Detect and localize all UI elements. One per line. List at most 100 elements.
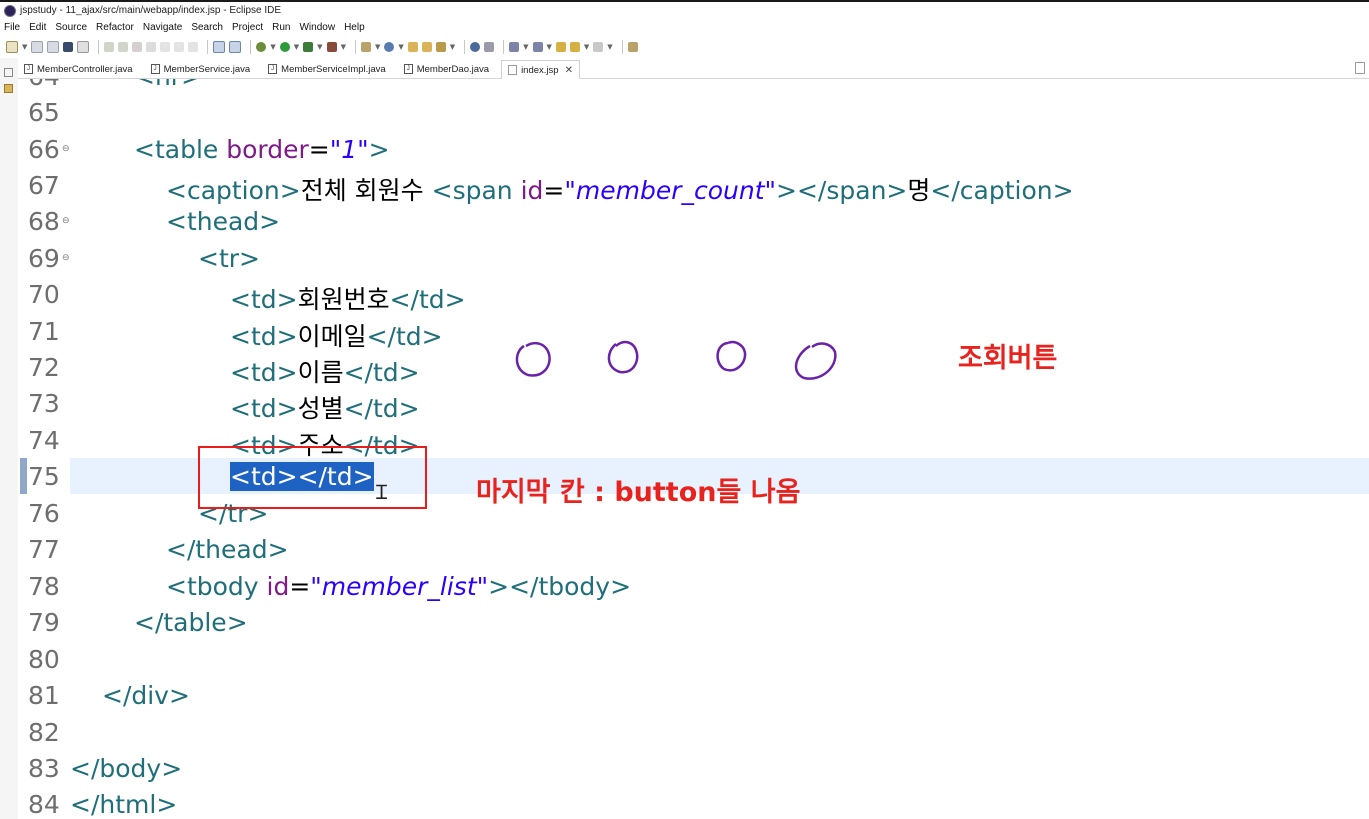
tab-label: MemberDao.java xyxy=(416,63,490,75)
code-line[interactable]: 83 </body> xyxy=(18,750,1369,786)
tab-member-dao[interactable]: J MemberDao.java xyxy=(398,60,495,78)
save-icon[interactable] xyxy=(31,41,44,53)
code-line[interactable]: 65 xyxy=(18,94,1369,130)
menu-edit[interactable]: Edit xyxy=(29,20,46,36)
line-number: 80 xyxy=(28,645,60,674)
save-all-icon[interactable] xyxy=(47,41,60,53)
chevron-down-icon[interactable]: ▼ xyxy=(375,43,380,51)
code-line[interactable]: 78 <tbody id="member_list"></tbody> xyxy=(18,568,1369,604)
code-line[interactable]: 68 ⊖ <thead> xyxy=(18,203,1369,239)
disconnect-icon[interactable] xyxy=(146,42,157,52)
code-line[interactable]: 82 xyxy=(18,714,1369,750)
globe-icon[interactable] xyxy=(470,42,481,52)
skip-breakpoints-icon[interactable] xyxy=(77,41,90,53)
menu-source[interactable]: Source xyxy=(55,20,87,36)
code-line[interactable]: 71 <td>이메일</td> xyxy=(18,313,1369,351)
view-button-annotation: 조회버튼 xyxy=(958,343,1058,374)
annotation-icon[interactable] xyxy=(484,42,495,52)
chevron-down-icon[interactable]: ▼ xyxy=(341,43,346,51)
menu-refactor[interactable]: Refactor xyxy=(96,20,134,36)
line-number: 74 xyxy=(28,426,60,455)
back-icon[interactable] xyxy=(569,42,580,52)
previous-annotation-icon[interactable] xyxy=(532,42,543,52)
code-line[interactable]: 73 <td>성별</td> xyxy=(18,385,1369,423)
word-wrap-icon[interactable] xyxy=(229,41,242,53)
new-server-icon[interactable] xyxy=(360,42,371,52)
chevron-down-icon[interactable]: ▼ xyxy=(523,43,528,51)
forward-icon[interactable] xyxy=(593,42,604,52)
open-type-icon[interactable] xyxy=(407,42,418,52)
tab-member-controller[interactable]: J MemberController.java xyxy=(18,60,139,78)
code-line[interactable]: 80 xyxy=(18,641,1369,677)
step-over-icon[interactable] xyxy=(174,42,185,52)
chevron-down-icon[interactable]: ▼ xyxy=(398,43,403,51)
line-number: 72 xyxy=(28,353,60,382)
menu-window[interactable]: Window xyxy=(299,20,335,36)
external-tools-icon[interactable] xyxy=(326,42,337,52)
toolbar-divider xyxy=(98,40,100,54)
package-explorer-icon[interactable] xyxy=(4,84,13,93)
last-edit-icon[interactable] xyxy=(555,42,566,52)
menu-project[interactable]: Project xyxy=(232,20,263,36)
new-class-icon[interactable] xyxy=(384,42,395,52)
tab-member-service-impl[interactable]: J MemberServiceImpl.java xyxy=(262,60,392,78)
toolbar-divider xyxy=(354,40,356,54)
menu-file[interactable]: File xyxy=(4,20,20,36)
code-line[interactable]: 81 </div> xyxy=(18,677,1369,713)
chevron-down-icon[interactable]: ▼ xyxy=(294,43,299,51)
line-number: 67 xyxy=(28,171,60,200)
fold-marker-icon[interactable]: ⊖ xyxy=(62,216,70,226)
run-icon[interactable] xyxy=(279,42,290,52)
debug-icon[interactable] xyxy=(256,42,267,52)
maximize-icon[interactable] xyxy=(1355,62,1365,74)
pin-editor-icon[interactable] xyxy=(627,42,638,52)
resume-icon[interactable] xyxy=(104,42,115,52)
toolbar-divider xyxy=(503,40,505,54)
terminate-icon[interactable] xyxy=(132,42,143,52)
code-line[interactable]: 64 <hr> xyxy=(18,79,1369,94)
code-line[interactable]: 79 </table> xyxy=(18,604,1369,640)
chevron-down-icon[interactable]: ▼ xyxy=(317,43,322,51)
terminal-icon[interactable] xyxy=(63,42,74,52)
chevron-down-icon[interactable]: ▼ xyxy=(547,43,552,51)
menu-navigate[interactable]: Navigate xyxy=(143,20,182,36)
suspend-icon[interactable] xyxy=(118,42,129,52)
next-annotation-icon[interactable] xyxy=(509,42,520,52)
code-line[interactable]: 77 </thead> xyxy=(18,531,1369,567)
code-text: <thead> xyxy=(166,207,281,236)
open-task-icon[interactable] xyxy=(421,42,432,52)
code-line[interactable]: 69 ⊖ <tr> xyxy=(18,240,1369,276)
menu-run[interactable]: Run xyxy=(272,20,290,36)
fold-marker-icon[interactable]: ⊖ xyxy=(62,144,70,154)
chevron-down-icon[interactable]: ▼ xyxy=(270,43,275,51)
close-icon[interactable]: ✕ xyxy=(565,65,573,76)
chevron-down-icon[interactable]: ▼ xyxy=(450,43,455,51)
chevron-down-icon[interactable]: ▼ xyxy=(584,43,589,51)
new-icon[interactable] xyxy=(6,41,18,53)
code-text: </thead> xyxy=(166,535,289,564)
coverage-icon[interactable] xyxy=(303,42,314,52)
code-line[interactable]: 66 ⊖ <table border="1"> xyxy=(18,131,1369,167)
step-return-icon[interactable] xyxy=(188,42,199,52)
restore-icon[interactable] xyxy=(4,68,13,77)
code-line[interactable]: 67 <caption>전체 회원수 <span id="member_coun… xyxy=(18,167,1369,205)
menu-help[interactable]: Help xyxy=(344,20,365,36)
fold-marker-icon[interactable]: ⊖ xyxy=(62,253,70,263)
code-line[interactable]: 72 <td>이름</td> xyxy=(18,349,1369,387)
code-text: </html> xyxy=(70,790,178,819)
tab-index-jsp[interactable]: index.jsp ✕ xyxy=(501,60,580,79)
code-line[interactable]: 84 </html> xyxy=(18,786,1369,819)
step-into-icon[interactable] xyxy=(160,42,171,52)
chevron-down-icon[interactable]: ▼ xyxy=(22,43,27,51)
toggle-editor-icon[interactable] xyxy=(213,41,226,53)
menu-search[interactable]: Search xyxy=(191,20,223,36)
search-icon[interactable] xyxy=(435,42,446,52)
tab-label: index.jsp xyxy=(521,64,559,76)
chevron-down-icon[interactable]: ▼ xyxy=(607,43,612,51)
text-cursor-icon: Ɪ xyxy=(376,480,388,504)
code-text: <td>이메일</td> xyxy=(230,322,443,351)
toolbar-divider xyxy=(464,40,466,54)
code-line[interactable]: 70 <td>회원번호</td> xyxy=(18,276,1369,314)
code-text: <hr> xyxy=(134,79,202,91)
tab-member-service[interactable]: J MemberService.java xyxy=(145,60,257,78)
